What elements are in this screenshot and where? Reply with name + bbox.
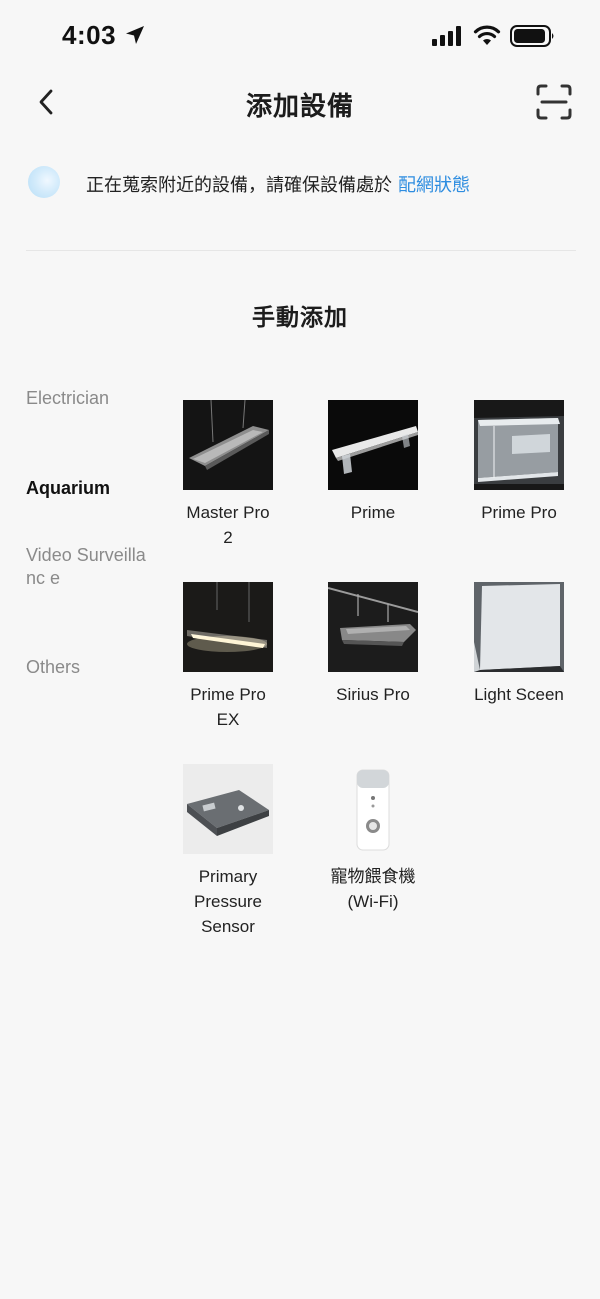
pressure-sensor-module-image	[183, 764, 273, 854]
pendant-aquarium-light-image	[183, 400, 273, 490]
device-label-line: Prime	[350, 503, 396, 522]
device-label: Prime	[313, 500, 433, 525]
pairing-mode-link[interactable]: 配網狀態	[398, 175, 470, 195]
device-label: Sirius Pro	[313, 682, 433, 707]
clock-time: 4:03	[62, 20, 117, 50]
device-label: Primary Pressure Sensor	[168, 864, 288, 939]
scanning-status: 正在蒐索附近的設備，請確保設備處於 配網狀態	[26, 162, 586, 202]
device-label-line: EX	[216, 710, 240, 729]
scan-button[interactable]	[534, 82, 574, 122]
category-others[interactable]: Others	[26, 656, 146, 679]
device-label-line: Primary	[198, 867, 258, 886]
manual-add-title: 手動添加	[252, 304, 348, 330]
status-bar: 4:03	[0, 0, 600, 72]
wifi-icon	[473, 25, 501, 45]
category-video-surveillance[interactable]: Video Surveillanc e	[26, 544, 146, 590]
device-label: Prime Pro	[459, 500, 579, 525]
location-arrow-icon	[126, 26, 144, 44]
scan-frame-icon	[536, 84, 572, 120]
device-label-line: Pressure	[193, 892, 263, 911]
device-label-line: Prime Pro	[190, 685, 266, 704]
cellular-signal-icon	[432, 26, 461, 46]
divider	[26, 250, 576, 251]
device-label-line: (Wi-Fi)	[347, 892, 399, 911]
device-label-line: Prime Pro	[481, 503, 557, 522]
device-label-line: Sirius Pro	[336, 685, 410, 704]
category-aquarium[interactable]: Aquarium	[26, 477, 146, 500]
navigation-bar: 添加設備	[0, 72, 600, 132]
device-label-line: Light Sceen	[474, 685, 564, 704]
category-electrician[interactable]: Electrician	[26, 387, 146, 410]
scanning-message: 正在蒐索附近的設備，請確保設備處於 配網狀態	[86, 171, 470, 197]
device-label: Light Sceen	[459, 682, 579, 707]
scanning-spinner-icon	[28, 166, 60, 198]
scanning-text: 正在蒐索附近的設備，請確保設備處於	[86, 175, 392, 195]
device-label: Master Pro 2	[168, 500, 288, 550]
device-label-line: Sensor	[201, 917, 255, 936]
hanging-fixture-light-image	[328, 582, 418, 672]
device-label: 寵物餵食機 (Wi-Fi)	[313, 864, 433, 914]
light-panel-image	[474, 582, 564, 672]
device-label-line: 2	[223, 528, 233, 547]
bar-aquarium-light-image	[328, 400, 418, 490]
device-label: Prime Pro EX	[168, 682, 288, 732]
device-label-line: Master Pro	[186, 503, 270, 522]
battery-icon	[510, 25, 554, 47]
pet-feeder-image	[328, 764, 418, 854]
clear-acrylic-light-image	[474, 400, 564, 490]
device-label-line: 寵物餵食機	[330, 867, 416, 886]
glowing-bar-light-image	[183, 582, 273, 672]
page-title: 添加設備	[245, 91, 354, 121]
